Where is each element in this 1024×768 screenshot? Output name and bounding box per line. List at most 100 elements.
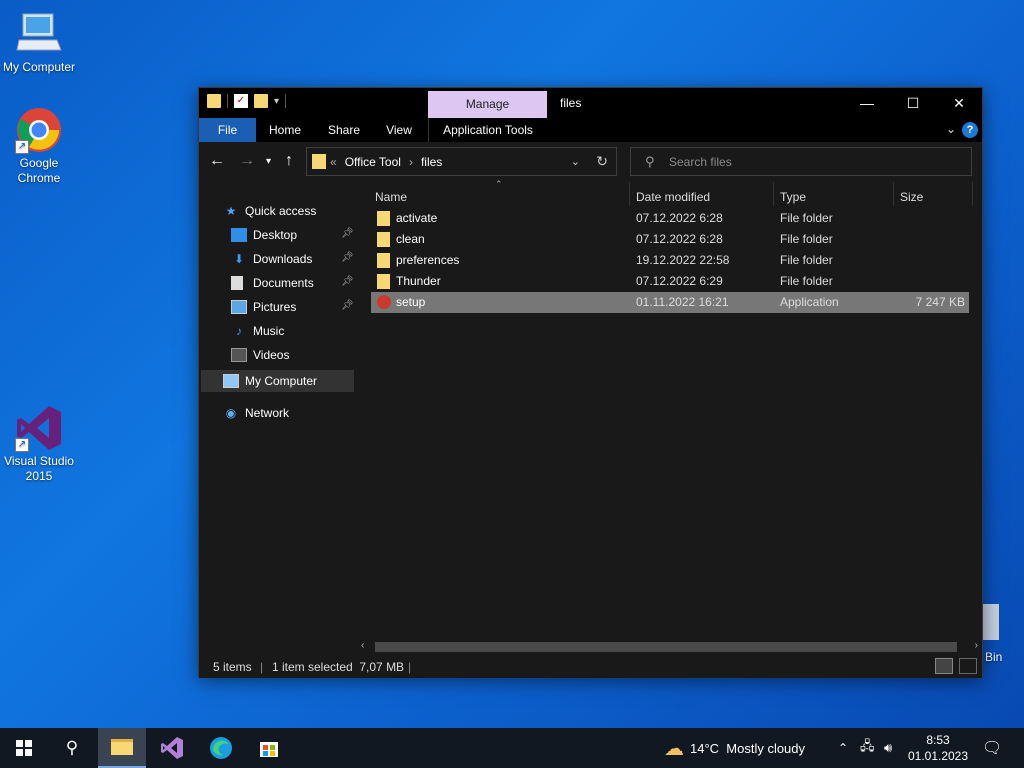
breadcrumb-overflow[interactable]: « [330, 155, 337, 169]
tab-home[interactable]: Home [260, 118, 310, 142]
new-folder-icon[interactable] [254, 94, 268, 108]
refresh-icon[interactable]: ↻ [596, 153, 608, 170]
scroll-right-icon[interactable]: › [975, 640, 978, 651]
shortcut-arrow-icon: ↗ [15, 438, 29, 452]
tab-file[interactable]: File [199, 118, 256, 142]
desktop-icon-chrome[interactable]: ↗ Google Chrome [0, 106, 78, 186]
nav-documents[interactable]: Documents [231, 272, 314, 294]
up-arrow-icon[interactable]: ↑ [285, 152, 293, 170]
edge-icon [210, 737, 232, 759]
search-box[interactable]: ⚲ [630, 147, 972, 176]
file-name: Thunder [396, 274, 441, 288]
scrollbar-thumb[interactable] [375, 642, 957, 652]
back-arrow-icon[interactable]: ← [209, 152, 225, 170]
file-date: 07.12.2022 6:28 [636, 211, 723, 225]
pin-icon: 📌︎ [341, 252, 354, 263]
nav-my-computer[interactable]: My Computer [201, 370, 354, 392]
search-icon: ⚲ [645, 154, 655, 169]
column-header-date[interactable]: Date modified [636, 190, 710, 204]
forward-arrow-icon[interactable]: → [239, 152, 255, 170]
pictures-icon [231, 300, 247, 314]
customize-toolbar-icon[interactable]: ▾ [274, 96, 279, 107]
tab-view[interactable]: View [376, 118, 422, 142]
help-icon[interactable]: ? [962, 122, 978, 138]
tab-share[interactable]: Share [319, 118, 369, 142]
file-type: Application [780, 295, 839, 309]
close-button[interactable]: ✕ [936, 88, 982, 118]
column-header-type[interactable]: Type [780, 190, 806, 204]
nav-videos[interactable]: Videos [231, 344, 289, 366]
network-icon: ◉ [225, 406, 237, 420]
shortcut-arrow-icon: ↗ [15, 140, 29, 154]
column-divider[interactable] [629, 182, 630, 206]
nav-desktop[interactable]: Desktop [231, 224, 297, 246]
clock-time: 8:53 [926, 733, 950, 747]
divider [285, 94, 287, 108]
nav-pictures[interactable]: Pictures [231, 296, 296, 318]
notification-icon[interactable]: 🗨︎ [982, 728, 1002, 768]
file-name: preferences [396, 253, 460, 267]
taskbar-edge[interactable] [197, 728, 245, 768]
file-row[interactable]: clean 07.12.2022 6:28 File folder [371, 229, 969, 250]
column-divider[interactable] [773, 182, 774, 206]
details-view-icon[interactable] [935, 658, 953, 674]
breadcrumb-separator-icon: › [408, 155, 413, 169]
status-selection: 1 item selected 7,07 MB [272, 660, 405, 674]
large-icons-view-icon[interactable] [959, 658, 977, 674]
scroll-left-icon[interactable]: ‹ [361, 640, 364, 651]
breadcrumb: « Office Tool › files [330, 155, 442, 169]
start-button[interactable] [0, 728, 48, 768]
horizontal-scrollbar[interactable]: ‹ › [357, 640, 982, 654]
volume-icon[interactable]: 🔊︎ [884, 728, 892, 768]
folder-icon[interactable] [207, 94, 221, 108]
explorer-window[interactable]: ✓ ▾ Manage files — ☐ ✕ File Home Share V… [198, 87, 983, 678]
status-divider: | [260, 660, 264, 674]
file-row[interactable]: setup 01.11.2022 16:21 Application 7 247 KB [371, 292, 969, 313]
column-divider[interactable] [972, 182, 973, 206]
maximize-button[interactable]: ☐ [890, 88, 936, 118]
column-header-size[interactable]: Size [900, 190, 923, 204]
clock[interactable]: 8:53 01.01.2023 [903, 732, 973, 764]
file-type: File folder [780, 211, 833, 225]
nav-quick-access[interactable]: ★ Quick access [223, 200, 317, 222]
tab-application-tools[interactable]: Application Tools [428, 118, 547, 142]
weather-widget[interactable]: ☁ 14°C Mostly cloudy [664, 728, 805, 768]
file-name: setup [396, 295, 426, 309]
title-bar[interactable]: ✓ ▾ Manage files — ☐ ✕ [199, 88, 982, 118]
ribbon-tabs: File Home Share View Application Tools ⌄… [199, 118, 982, 142]
taskbar: ⚲ ☁ 14°C Mostly cloudy ⌃ 🖧︎ 🔊︎ 8:53 01.0… [0, 728, 1024, 768]
file-list[interactable]: ⌃ Name Date modified Type Size activate 0… [357, 179, 982, 654]
file-row[interactable]: preferences 19.12.2022 22:58 File folder [371, 250, 969, 271]
column-divider[interactable] [893, 182, 894, 206]
desktop-icon-visual-studio[interactable]: ↗ Visual Studio 2015 [0, 404, 78, 484]
desktop-icon-my-computer[interactable]: My Computer [0, 10, 78, 75]
address-bar[interactable]: « Office Tool › files ⌄ ↻ [306, 147, 617, 176]
collapse-ribbon-icon[interactable]: ⌄ [946, 122, 956, 136]
properties-icon[interactable]: ✓ [234, 94, 248, 108]
minimize-button[interactable]: — [844, 88, 890, 118]
column-header-name[interactable]: Name [375, 190, 407, 204]
taskbar-store[interactable] [245, 728, 293, 768]
taskbar-file-explorer[interactable] [98, 728, 146, 768]
file-row[interactable]: Thunder 07.12.2022 6:29 File folder [371, 271, 969, 292]
search-taskbar-button[interactable]: ⚲ [48, 728, 96, 768]
sort-ascending-icon: ⌃ [495, 179, 503, 189]
address-dropdown-icon[interactable]: ⌄ [571, 155, 580, 168]
windows-logo-icon [16, 740, 32, 756]
navigation-pane: ★ Quick access Desktop 📌︎ ⬇ Downloads 📌︎… [199, 182, 356, 654]
file-date: 07.12.2022 6:28 [636, 232, 723, 246]
file-row[interactable]: activate 07.12.2022 6:28 File folder [371, 208, 969, 229]
nav-label: Pictures [253, 300, 297, 314]
pin-icon: 📌︎ [341, 228, 354, 239]
search-input[interactable] [669, 153, 959, 171]
breadcrumb-files[interactable]: files [421, 155, 442, 169]
network-icon[interactable]: 🖧︎ [860, 728, 875, 768]
nav-music[interactable]: ♪ Music [231, 320, 284, 342]
nav-network[interactable]: ◉ Network [223, 402, 289, 424]
breadcrumb-office-tool[interactable]: Office Tool [345, 155, 401, 169]
recent-locations-icon[interactable]: ▾ [266, 156, 271, 167]
tab-manage[interactable]: Manage [428, 91, 547, 118]
nav-downloads[interactable]: ⬇ Downloads [231, 248, 312, 270]
show-hidden-icons-button[interactable]: ⌃ [838, 728, 848, 768]
taskbar-visual-studio[interactable] [148, 728, 196, 768]
